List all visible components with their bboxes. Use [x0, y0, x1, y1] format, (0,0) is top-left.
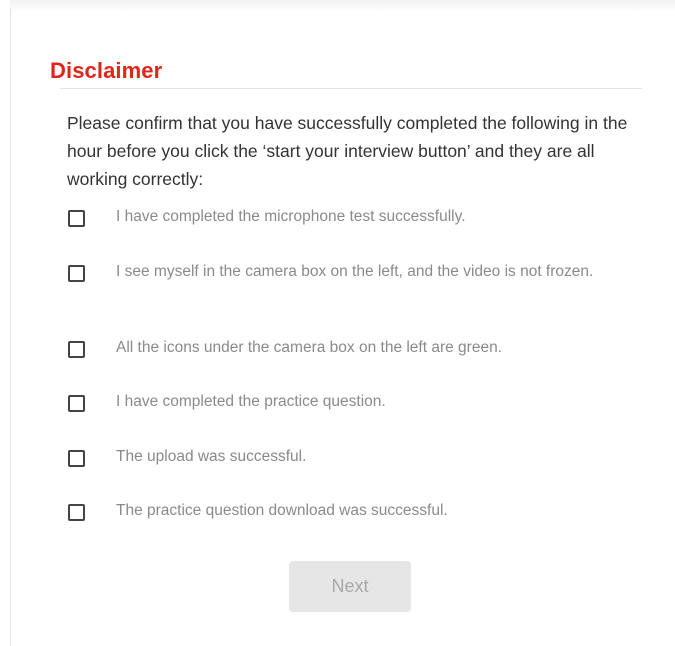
checklist-item-label: I have completed the practice question.	[116, 393, 386, 410]
microphone-test-checkbox[interactable]	[68, 210, 85, 227]
download-checkbox[interactable]	[68, 504, 85, 521]
upload-checkbox[interactable]	[68, 450, 85, 467]
disclaimer-intro-text: Please confirm that you have successfull…	[67, 113, 628, 189]
checklist-item-label: The practice question download was succe…	[116, 502, 448, 519]
title-divider	[60, 88, 642, 89]
checklist-item-label: The upload was successful.	[116, 448, 307, 465]
disclaimer-screen: Disclaimer Please confirm that you have …	[0, 0, 675, 646]
next-button[interactable]: Next	[289, 561, 411, 612]
disclaimer-title: Disclaimer	[50, 58, 163, 83]
checklist-item-label: I have completed the microphone test suc…	[116, 208, 466, 225]
practice-question-checkbox[interactable]	[68, 395, 85, 412]
camera-check-checkbox[interactable]	[68, 265, 85, 282]
checklist-item-label: I see myself in the camera box on the le…	[116, 263, 594, 280]
left-edge-divider	[10, 8, 11, 646]
icons-green-checkbox[interactable]	[68, 341, 85, 358]
checklist-item-label: All the icons under the camera box on th…	[116, 339, 503, 356]
top-shadow	[10, 0, 675, 12]
